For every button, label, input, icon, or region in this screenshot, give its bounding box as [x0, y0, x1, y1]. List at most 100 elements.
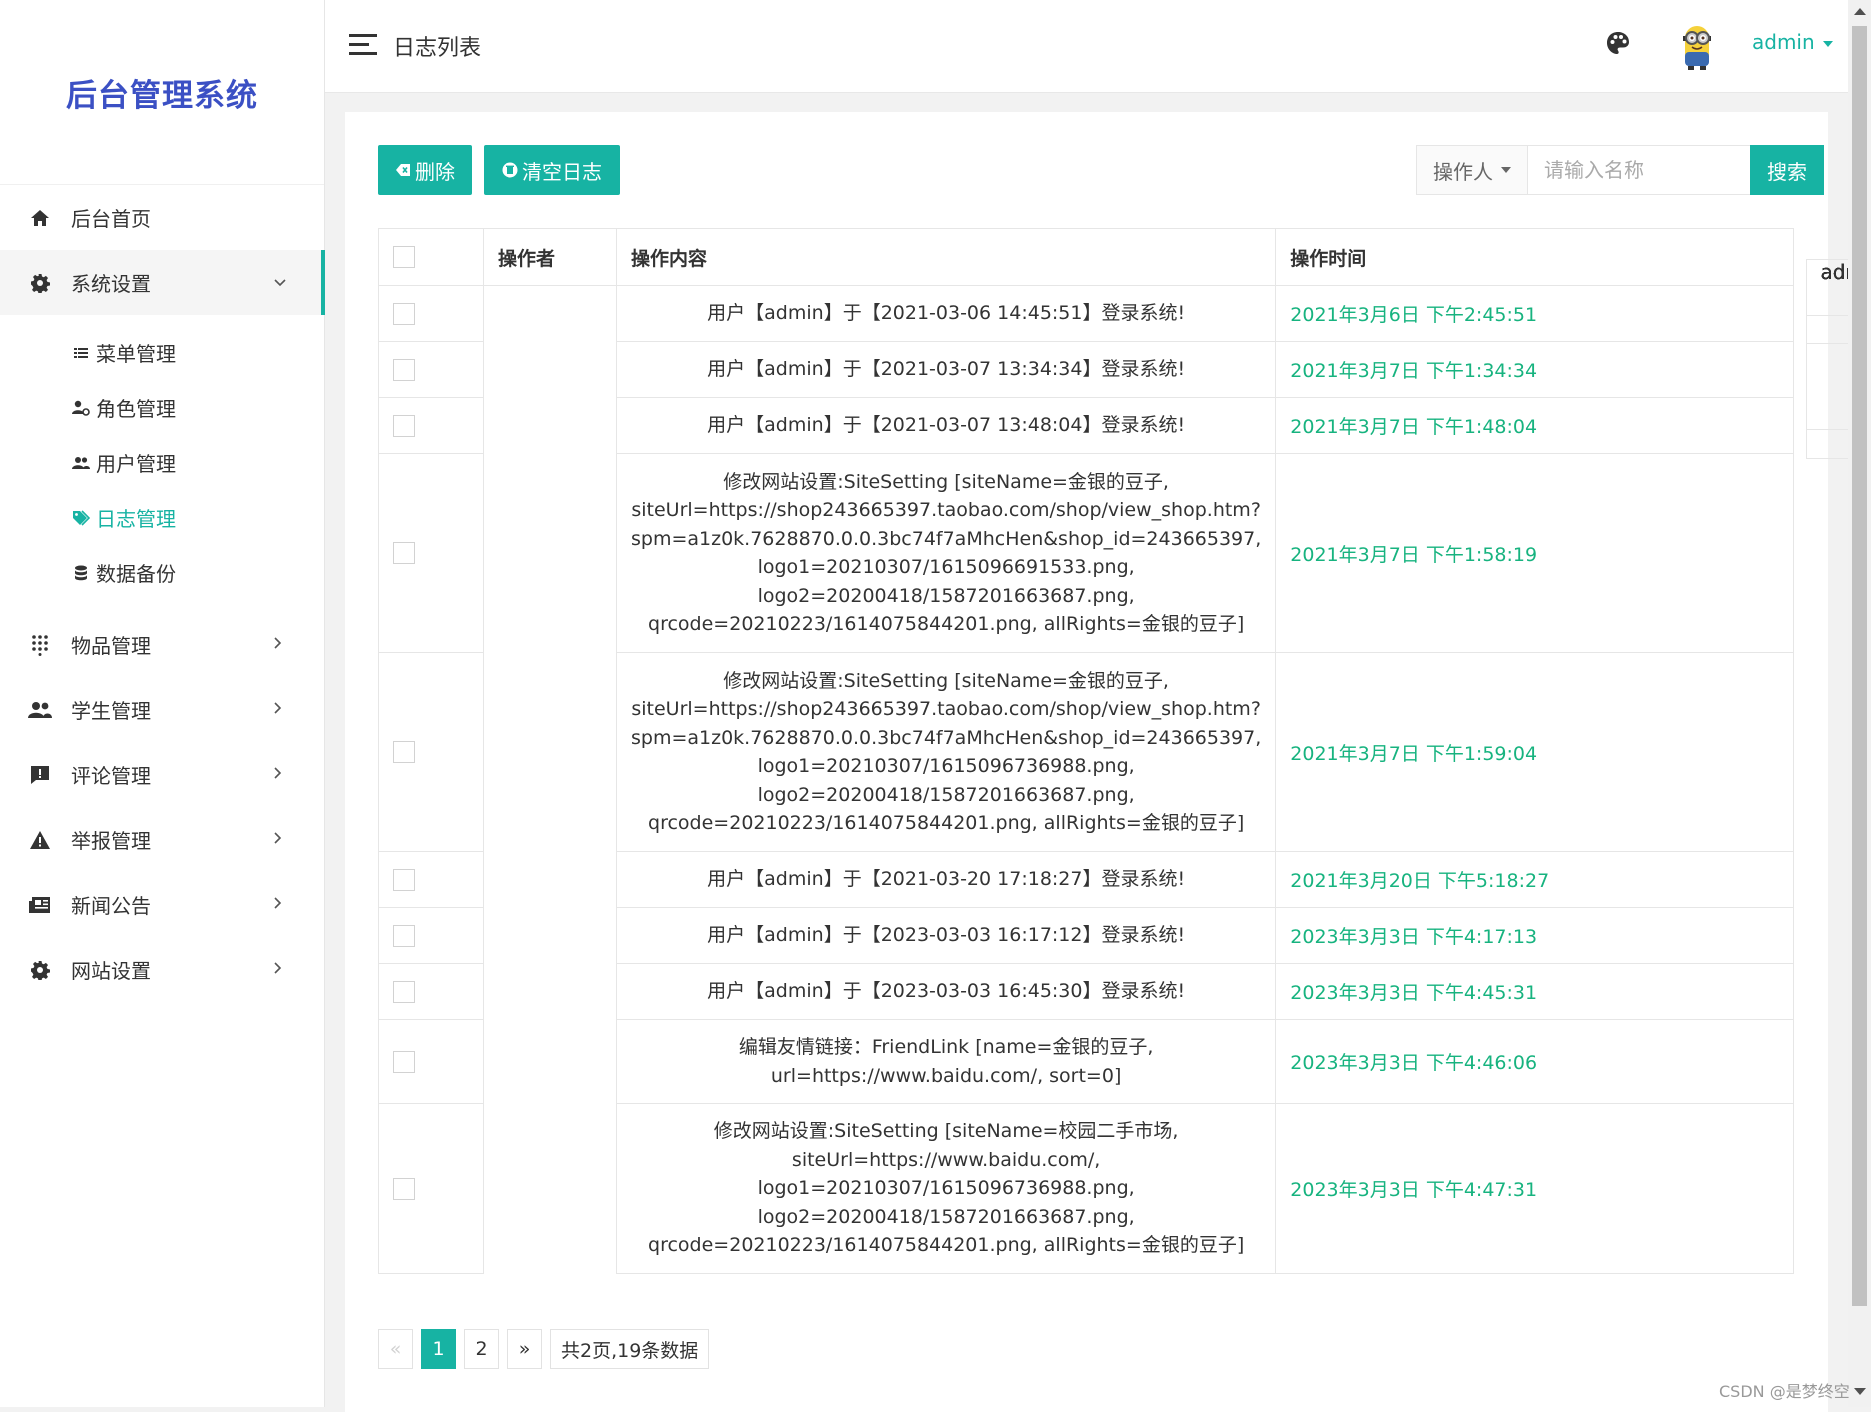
column-header-time: 操作时间	[1276, 229, 1794, 286]
scroll-up-arrow-icon[interactable]	[1854, 8, 1866, 15]
sidebar-item-label: 新闻公告	[71, 890, 151, 919]
content-line: logo1=20210307/1615096736988.png,	[631, 752, 1261, 781]
time-cell: 2023年3月3日 下午4:17:13	[1276, 908, 1794, 964]
content-line: 修改网站设置:SiteSetting [siteName=金银的豆子,	[631, 468, 1261, 497]
sidebar-item-menu-management[interactable]: 菜单管理	[0, 325, 324, 380]
row-checkbox[interactable]	[393, 1178, 415, 1200]
sidebar-item-goods-management[interactable]: 物品管理	[0, 612, 324, 677]
search-button[interactable]: 搜索	[1750, 145, 1824, 195]
users-icon	[72, 454, 90, 472]
sidebar-item-student-management[interactable]: 学生管理	[0, 677, 324, 742]
operator-select-value: 操作人	[1433, 156, 1493, 185]
row-checkbox[interactable]	[393, 741, 415, 763]
sidebar-item-user-management[interactable]: 用户管理	[0, 435, 324, 490]
select-all-checkbox[interactable]	[393, 246, 415, 268]
watermark: CSDN @是梦终空	[1719, 1378, 1850, 1402]
sidebar-item-label: 网站设置	[71, 955, 151, 984]
row-select-cell	[379, 908, 484, 964]
sidebar-item-label: 角色管理	[96, 393, 176, 422]
row-select-cell	[379, 286, 484, 342]
sidebar-item-label: 数据备份	[96, 558, 176, 587]
list-icon	[72, 344, 90, 362]
sidebar-item-data-backup[interactable]: 数据备份	[0, 545, 324, 600]
delete-label: 删除	[415, 156, 455, 185]
content-line: 修改网站设置:SiteSetting [siteName=校园二手市场,	[631, 1117, 1261, 1146]
row-checkbox[interactable]	[393, 542, 415, 564]
time-cell: 2021年3月7日 下午1:58:19	[1276, 454, 1794, 653]
clear-log-button[interactable]: 清空日志	[484, 145, 620, 195]
time-cell: 2021年3月7日 下午1:59:04	[1276, 653, 1794, 852]
time-cell: 2023年3月3日 下午4:47:31	[1276, 1104, 1794, 1274]
content-line: 用户【admin】于【2023-03-03 16:17:12】登录系统!	[631, 921, 1261, 950]
sidebar-item-system-settings[interactable]: 系统设置	[0, 250, 324, 315]
sidebar-item-comment-management[interactable]: 评论管理	[0, 742, 324, 807]
sidebar-item-label: 用户管理	[96, 448, 176, 477]
content-line: 用户【admin】于【2021-03-06 14:45:51】登录系统!	[631, 299, 1261, 328]
caret-down-icon	[1501, 167, 1511, 173]
column-header-content: 操作内容	[617, 229, 1276, 286]
clear-label: 清空日志	[522, 156, 602, 185]
chevron-right-icon	[274, 832, 282, 848]
page-button-1[interactable]: 1	[421, 1329, 456, 1369]
sidebar-item-role-management[interactable]: 角色管理	[0, 380, 324, 435]
column-header-operator: 操作者	[484, 229, 617, 286]
chevron-down-icon	[274, 275, 286, 291]
operator-select[interactable]: 操作人	[1416, 145, 1528, 195]
sidebar-item-label: 评论管理	[71, 760, 151, 789]
table-row: admin用户【admin】于【2021-03-06 14:45:51】登录系统…	[379, 286, 1794, 342]
row-select-cell	[379, 398, 484, 454]
prev-page-button[interactable]: «	[378, 1329, 413, 1369]
vertical-scrollbar[interactable]	[1848, 0, 1871, 1407]
row-checkbox[interactable]	[393, 415, 415, 437]
scrollbar-thumb[interactable]	[1852, 26, 1867, 1306]
sidebar-item-news-announcement[interactable]: 新闻公告	[0, 872, 324, 937]
row-checkbox[interactable]	[393, 981, 415, 1003]
sidebar-item-label: 系统设置	[71, 268, 151, 297]
content-cell: 编辑友情链接：FriendLink [name=金银的豆子,url=https:…	[617, 1020, 1276, 1104]
avatar[interactable]	[1670, 18, 1724, 72]
users-icon	[28, 698, 52, 722]
user-menu[interactable]: admin	[1752, 30, 1833, 54]
content-cell: 用户【admin】于【2023-03-03 16:17:12】登录系统!	[617, 908, 1276, 964]
content-line: siteUrl=https://www.baidu.com/,	[631, 1146, 1261, 1175]
row-checkbox[interactable]	[393, 1051, 415, 1073]
table-header-row: 操作者 操作内容 操作时间	[379, 229, 1794, 286]
hamburger-menu-icon[interactable]	[349, 34, 377, 56]
delete-button[interactable]: 删除	[378, 145, 472, 195]
table-row: admin修改网站设置:SiteSetting [siteName=校园二手市场…	[379, 1104, 1794, 1274]
sidebar-item-site-settings[interactable]: 网站设置	[0, 937, 324, 1002]
chevron-right-icon	[274, 637, 282, 653]
page-title: 日志列表	[393, 30, 481, 62]
content-cell: 用户【admin】于【2021-03-06 14:45:51】登录系统!	[617, 286, 1276, 342]
header: 日志列表 admin	[325, 0, 1848, 93]
palette-icon[interactable]	[1605, 30, 1631, 56]
chevron-right-icon	[274, 767, 282, 783]
content-cell: 用户【admin】于【2021-03-07 13:48:04】登录系统!	[617, 398, 1276, 454]
sidebar-item-report-management[interactable]: 举报管理	[0, 807, 324, 872]
content-line: 用户【admin】于【2021-03-07 13:34:34】登录系统!	[631, 355, 1261, 384]
row-checkbox[interactable]	[393, 359, 415, 381]
content-cell: 用户【admin】于【2021-03-07 13:34:34】登录系统!	[617, 342, 1276, 398]
content-line: logo1=20210307/1615096736988.png,	[631, 1174, 1261, 1203]
time-cell: 2023年3月3日 下午4:45:31	[1276, 964, 1794, 1020]
next-page-button[interactable]: »	[507, 1329, 542, 1369]
log-table: 操作者 操作内容 操作时间 admin用户【admin】于【2021-03-06…	[378, 228, 1794, 1274]
pagination-summary: 共2页,19条数据	[550, 1329, 709, 1369]
page-button-2[interactable]: 2	[464, 1329, 499, 1369]
content-cell: 修改网站设置:SiteSetting [siteName=金银的豆子,siteU…	[617, 653, 1276, 852]
content-cell: 用户【admin】于【2023-03-03 16:45:30】登录系统!	[617, 964, 1276, 1020]
gear-icon	[28, 271, 52, 295]
content-line: siteUrl=https://shop243665397.taobao.com…	[631, 496, 1261, 525]
content-line: url=https://www.baidu.com/, sort=0]	[631, 1062, 1261, 1091]
scroll-down-arrow-icon[interactable]	[1854, 1388, 1866, 1395]
sidebar-item-log-management[interactable]: 日志管理	[0, 490, 324, 545]
search-input[interactable]	[1528, 145, 1750, 195]
row-checkbox[interactable]	[393, 869, 415, 891]
row-checkbox[interactable]	[393, 925, 415, 947]
row-checkbox[interactable]	[393, 303, 415, 325]
sidebar-item-home[interactable]: 后台首页	[0, 185, 324, 250]
log-list-card: 删除 清空日志 操作人 搜索 操作者 操作内容 操作时间 admin用户【adm…	[345, 112, 1828, 1412]
content-line: logo2=20200418/1587201663687.png,	[631, 1203, 1261, 1232]
content-cell: 修改网站设置:SiteSetting [siteName=金银的豆子,siteU…	[617, 454, 1276, 653]
row-select-cell	[379, 653, 484, 852]
